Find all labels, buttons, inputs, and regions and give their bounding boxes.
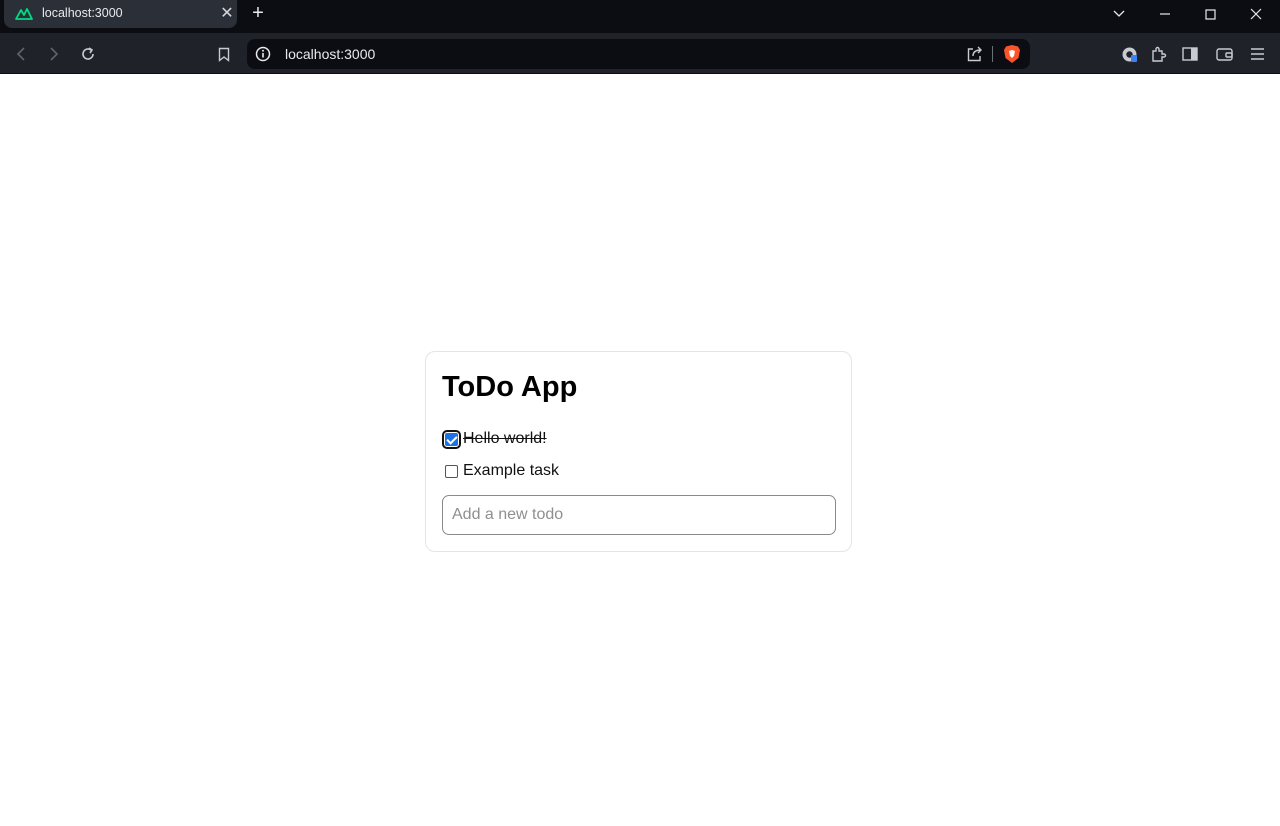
site-info-icon[interactable]: [255, 46, 271, 62]
menu-icon[interactable]: [1244, 41, 1270, 67]
extensions-icon[interactable]: [1145, 41, 1171, 67]
maximize-icon[interactable]: [1190, 0, 1230, 28]
url-text: localhost:3000: [285, 46, 376, 62]
back-icon[interactable]: [8, 41, 34, 67]
todo-text: Example task: [463, 462, 560, 479]
new-todo-input[interactable]: [442, 495, 836, 535]
browser-tab[interactable]: localhost:3000 ✕: [4, 0, 237, 28]
todo-item[interactable]: Hello world!: [442, 429, 547, 449]
page-viewport: ToDo App Hello world! Example task: [0, 74, 1280, 826]
address-separator: [992, 46, 993, 62]
browser-toolbar: localhost:3000: [0, 33, 1280, 74]
todo-checkbox[interactable]: [442, 429, 461, 449]
reload-icon[interactable]: [75, 41, 101, 67]
profile-extension-icon[interactable]: [1116, 41, 1142, 67]
tab-bar: localhost:3000 ✕ +: [0, 0, 1280, 33]
forward-icon[interactable]: [41, 41, 67, 67]
app-title: ToDo App: [442, 371, 578, 403]
window-close-icon[interactable]: [1236, 0, 1276, 28]
tab-title: localhost:3000: [42, 6, 123, 20]
share-icon[interactable]: [966, 45, 984, 63]
nuxt-favicon-icon: [15, 8, 33, 20]
brave-shields-icon[interactable]: [1003, 44, 1021, 64]
new-tab-button[interactable]: +: [247, 2, 269, 24]
tab-close-icon[interactable]: ✕: [216, 3, 238, 25]
todo-card: ToDo App Hello world! Example task: [425, 351, 852, 552]
wallet-icon[interactable]: [1211, 41, 1237, 67]
todo-item[interactable]: Example task: [445, 461, 559, 481]
tab-search-icon[interactable]: [1099, 0, 1139, 28]
sidebar-icon[interactable]: [1177, 41, 1203, 67]
minimize-icon[interactable]: [1145, 0, 1185, 28]
todo-text: Hello world!: [463, 430, 547, 447]
address-bar[interactable]: localhost:3000: [247, 39, 1030, 69]
bookmark-icon[interactable]: [211, 41, 237, 67]
todo-checkbox[interactable]: [445, 464, 458, 478]
